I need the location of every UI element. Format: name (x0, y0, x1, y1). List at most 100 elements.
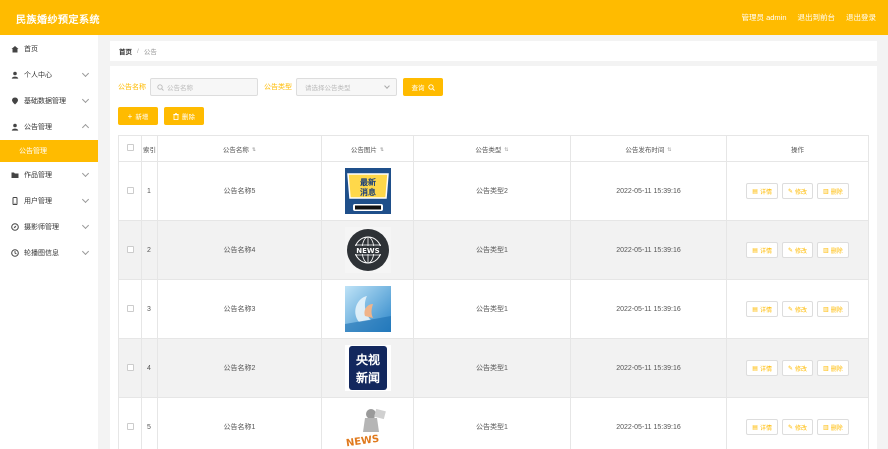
edit-button[interactable]: ✎ 修改 (781, 419, 814, 435)
header-label: 公告名称 (222, 146, 249, 154)
sidebar-item-label: 公告管理 (24, 124, 52, 131)
row-time: 2022-05-11 15:39:16 (570, 338, 727, 398)
sort-icon[interactable]: ⇅ (380, 147, 384, 152)
sidebar-item-label: 作品管理 (24, 172, 52, 179)
globe-news-icon: NEWS (344, 227, 391, 273)
sidebar-subitem-notice-manage[interactable]: 公告管理 (0, 140, 98, 162)
notice-name-input[interactable]: 公告名称 (150, 78, 258, 96)
column-header-index: 索引 (141, 135, 158, 162)
row-checkbox[interactable] (126, 422, 134, 430)
sidebar-item-works[interactable]: 作品管理 (0, 162, 98, 188)
sidebar-item-basic-data[interactable]: 基础数据管理 (0, 88, 98, 114)
column-header-name[interactable]: 公告名称 ⇅ (157, 135, 322, 162)
edit-button[interactable]: ✎ 修改 (781, 183, 814, 199)
sidebar: 首页 个人中心 基础数据管理 公告管理 公告管理 作品管理 用户管理 摄影师管理… (0, 35, 98, 449)
column-header-time[interactable]: 公告发布时间 ⇅ (570, 135, 727, 162)
admin-user-label[interactable]: 管理员 admin (741, 12, 786, 23)
row-checkbox[interactable] (126, 245, 134, 253)
app-title: 民族婚纱预定系统 (16, 15, 100, 26)
detail-button[interactable]: ▤ 详情 (746, 301, 778, 317)
row-image-cell: 最新 消息 (321, 161, 414, 221)
row-select-cell (118, 338, 142, 398)
search-icon (427, 83, 435, 91)
sort-icon[interactable]: ⇅ (504, 147, 508, 152)
op-label: 修改 (795, 248, 808, 255)
delete-button[interactable]: ▥ 删除 (817, 301, 849, 317)
table-row: 4 公告名称2 央视 新闻 公告类型1 2022-05-11 15:39:16 (118, 338, 869, 398)
sidebar-item-home[interactable]: 首页 (0, 36, 98, 62)
sidebar-item-label: 首页 (24, 46, 38, 53)
main-content: 首页 / 公告 公告名称 公告名称 公告类型 请选择公告类型 查询 + 新增 删… (110, 41, 877, 449)
person-icon (11, 123, 19, 131)
row-type: 公告类型1 (413, 220, 571, 280)
trash-icon: ▥ (823, 306, 829, 313)
row-select-cell (118, 279, 142, 339)
row-select-cell (118, 161, 142, 221)
add-button[interactable]: + 新增 (118, 107, 158, 125)
back-to-front-link[interactable]: 退出到前台 (798, 12, 836, 23)
thumb-text: 央视 (355, 352, 379, 367)
delete-button[interactable]: ▥ 删除 (817, 242, 849, 258)
query-button[interactable]: 查询 (403, 78, 443, 96)
pencil-icon: ✎ (787, 247, 793, 254)
op-label: 详情 (759, 307, 772, 314)
sort-icon[interactable]: ⇅ (252, 147, 256, 152)
detail-button[interactable]: ▤ 详情 (746, 419, 778, 435)
row-index: 1 (141, 161, 158, 221)
op-label: 详情 (759, 366, 772, 373)
chevron-down-icon (81, 247, 90, 256)
edit-button[interactable]: ✎ 修改 (781, 242, 814, 258)
row-select-cell (118, 220, 142, 280)
breadcrumb-home[interactable]: 首页 (119, 46, 132, 56)
chevron-down-icon (81, 95, 90, 104)
top-bar: 民族婚纱预定系统 管理员 admin 退出到前台 退出登录 (0, 0, 888, 35)
chevron-down-icon (81, 221, 90, 230)
delete-button[interactable]: ▥ 删除 (817, 419, 849, 435)
batch-delete-button[interactable]: 删除 (164, 107, 204, 125)
row-checkbox[interactable] (126, 363, 134, 371)
breadcrumb: 首页 / 公告 (110, 41, 877, 61)
row-actions: ▤ 详情 ✎ 修改 ▥ 删除 (726, 220, 869, 280)
row-actions: ▤ 详情 ✎ 修改 ▥ 删除 (726, 338, 869, 398)
notice-type-placeholder: 请选择公告类型 (305, 85, 351, 92)
plus-icon: + (127, 111, 133, 121)
column-header-type[interactable]: 公告类型 ⇅ (413, 135, 571, 162)
sidebar-item-users[interactable]: 用户管理 (0, 188, 98, 214)
delete-button[interactable]: ▥ 删除 (817, 183, 849, 199)
trash-icon: ▥ (823, 188, 829, 195)
op-label: 修改 (795, 307, 808, 314)
edit-button[interactable]: ✎ 修改 (781, 360, 814, 376)
delete-button[interactable]: ▥ 删除 (817, 360, 849, 376)
sort-icon[interactable]: ⇅ (667, 147, 671, 152)
sidebar-item-notice[interactable]: 公告管理 (0, 114, 98, 140)
row-checkbox[interactable] (126, 304, 134, 312)
phone-icon (11, 197, 19, 205)
detail-button[interactable]: ▤ 详情 (746, 183, 778, 199)
notice-type-select[interactable]: 请选择公告类型 (296, 78, 397, 96)
document-icon: ▤ (752, 365, 758, 372)
sidebar-item-photographers[interactable]: 摄影师管理 (0, 214, 98, 240)
search-form: 公告名称 公告名称 公告类型 请选择公告类型 查询 (118, 78, 443, 96)
add-button-label: 新增 (135, 114, 149, 121)
sidebar-item-carousel[interactable]: 轮播图信息 (0, 240, 98, 266)
detail-button[interactable]: ▤ 详情 (746, 360, 778, 376)
select-all-checkbox[interactable] (126, 144, 134, 151)
header-label: 公告图片 (350, 146, 377, 154)
detail-button[interactable]: ▤ 详情 (746, 242, 778, 258)
op-label: 修改 (795, 366, 808, 373)
delete-button-label: 删除 (182, 114, 195, 121)
logout-link[interactable]: 退出登录 (846, 12, 876, 23)
row-checkbox[interactable] (126, 186, 134, 194)
edit-button[interactable]: ✎ 修改 (781, 301, 814, 317)
column-header-image[interactable]: 公告图片 ⇅ (321, 135, 414, 162)
header-label: 公告发布时间 (625, 146, 665, 154)
row-index: 3 (141, 279, 158, 339)
row-type: 公告类型1 (413, 279, 571, 339)
pencil-icon: ✎ (787, 424, 793, 431)
row-select-cell (118, 397, 142, 449)
sidebar-item-profile[interactable]: 个人中心 (0, 62, 98, 88)
op-label: 删除 (830, 425, 843, 432)
sidebar-item-label: 基础数据管理 (24, 98, 66, 105)
row-index: 4 (141, 338, 158, 398)
header-label: 索引 (143, 146, 156, 154)
